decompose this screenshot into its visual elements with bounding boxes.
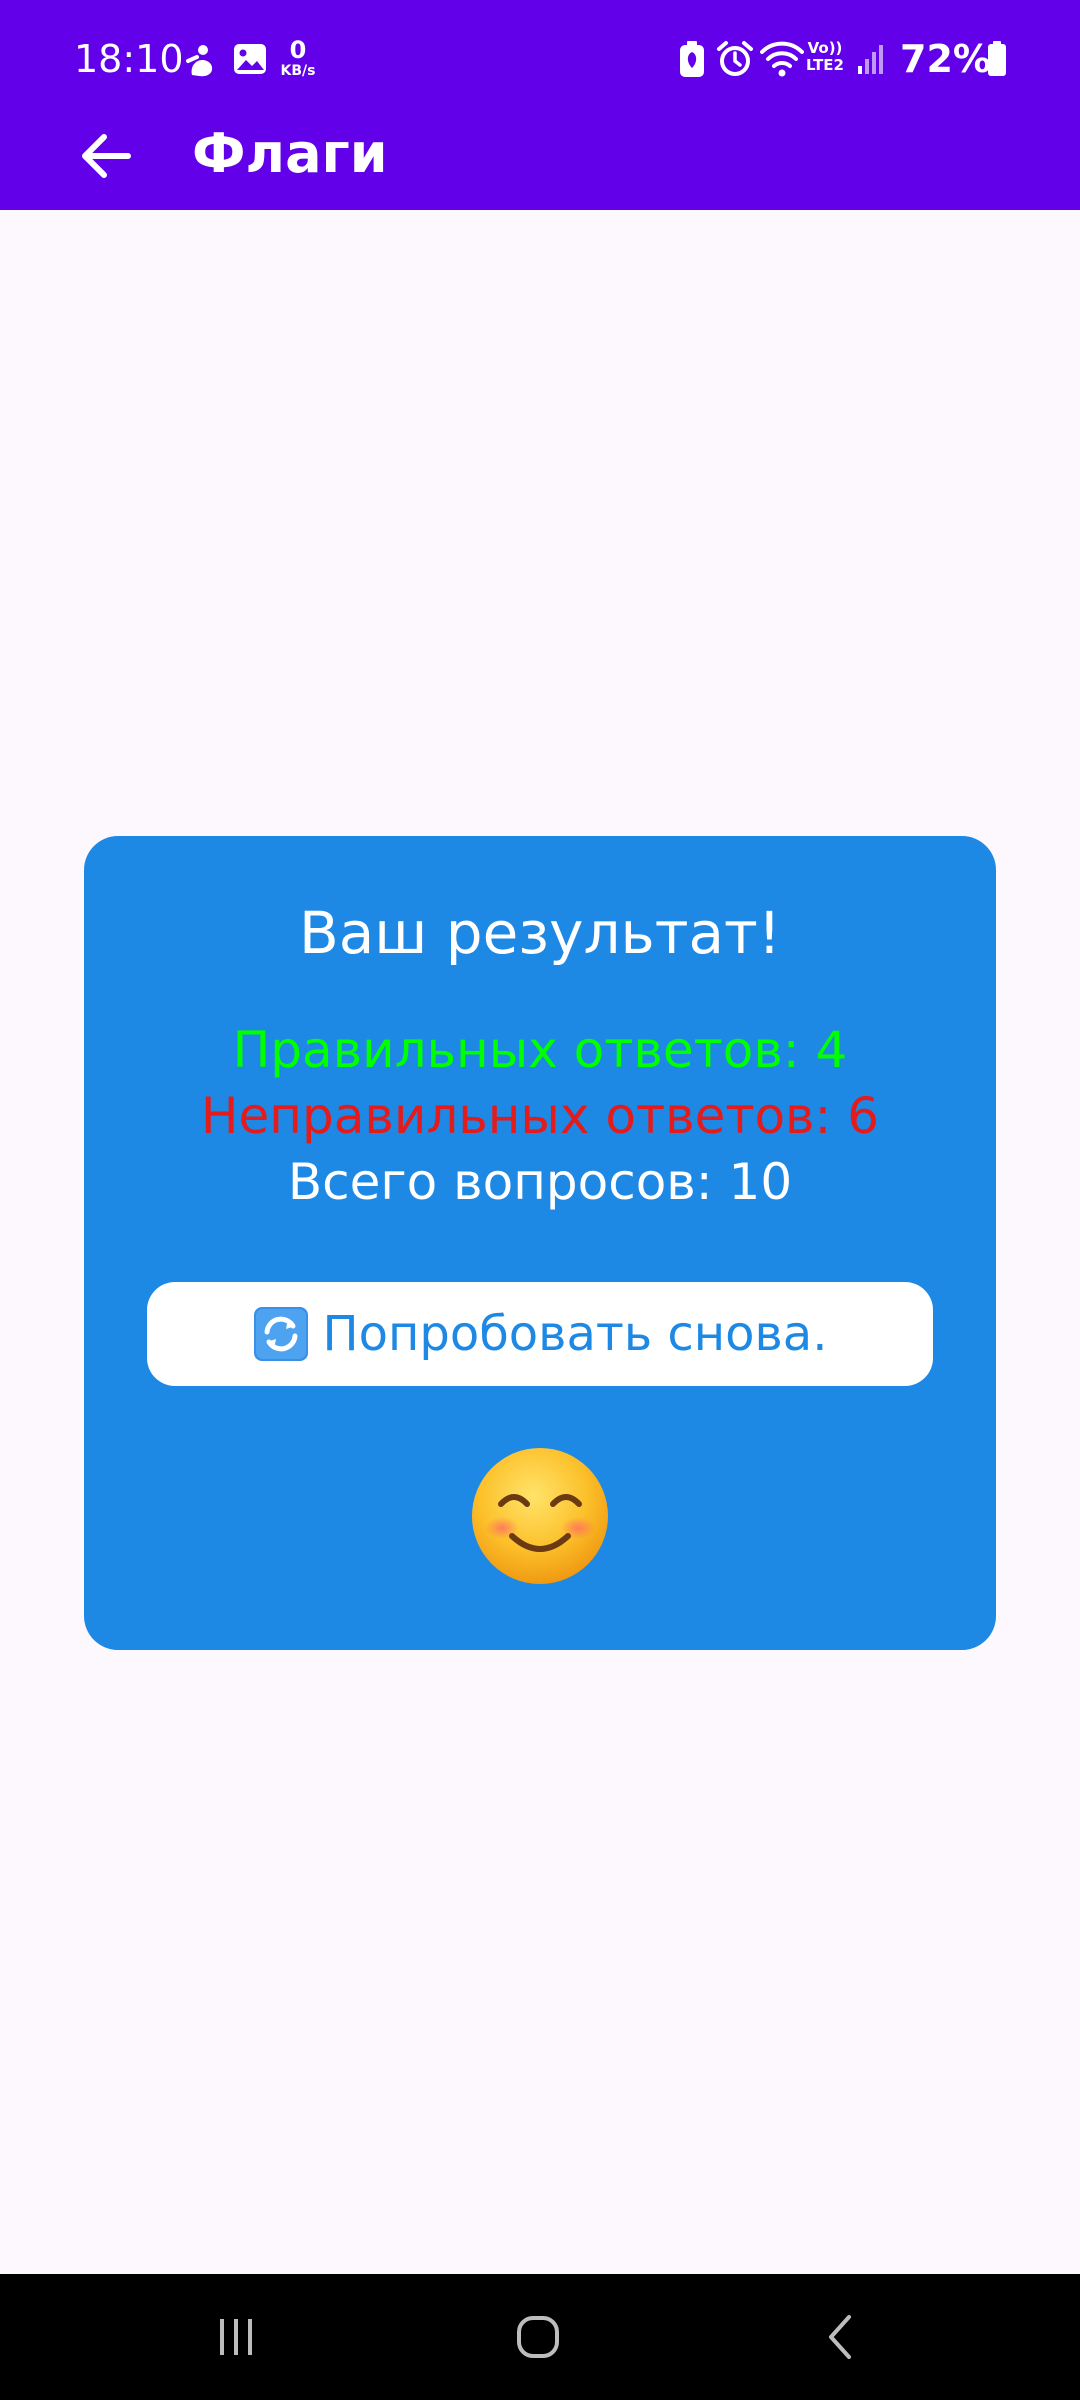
back-icon bbox=[829, 2315, 851, 2359]
battery-icon bbox=[988, 41, 1006, 76]
fitness-icon bbox=[186, 45, 213, 77]
system-nav-bar bbox=[0, 2274, 1080, 2400]
battery-percent: 72% bbox=[900, 37, 991, 81]
gallery-icon bbox=[234, 44, 266, 74]
signal-icon bbox=[858, 45, 883, 74]
page-title: Флаги bbox=[192, 122, 388, 185]
net-speed-value: 0 bbox=[289, 36, 307, 64]
alarm-icon bbox=[717, 41, 753, 76]
correct-answers-text: Правильных ответов: 4 bbox=[232, 1021, 848, 1079]
net-speed: 0 KB/s bbox=[276, 38, 320, 78]
refresh-icon bbox=[253, 1307, 308, 1361]
home-icon bbox=[517, 2316, 559, 2358]
volte-line2: LTE2 bbox=[806, 56, 844, 74]
total-questions-text: Всего вопросов: 10 bbox=[287, 1153, 793, 1211]
wrong-answers-text: Неправильных ответов: 6 bbox=[200, 1087, 880, 1145]
status-bar: 18:10 0 KB/s Vo)) LTE2 72% bbox=[0, 0, 1080, 118]
volte-line1: Vo)) bbox=[807, 39, 843, 57]
result-title: Ваш результат! bbox=[298, 899, 782, 967]
arrow-left-icon bbox=[82, 134, 131, 178]
recent-apps-icon bbox=[220, 2319, 252, 2355]
back-button[interactable] bbox=[72, 122, 140, 190]
wifi-icon bbox=[760, 41, 804, 77]
recent-apps-button[interactable] bbox=[156, 2274, 316, 2400]
home-button[interactable] bbox=[458, 2274, 618, 2400]
smiling-face-icon bbox=[472, 1448, 608, 1584]
retry-button[interactable]: Попробовать снова. bbox=[147, 1282, 933, 1386]
net-speed-unit: KB/s bbox=[280, 63, 316, 79]
status-time: 18:10 bbox=[74, 37, 184, 81]
app-bar bbox=[0, 118, 1080, 210]
battery-saver-icon bbox=[680, 41, 704, 77]
volte-indicator: Vo)) LTE2 bbox=[806, 40, 844, 74]
retry-button-label: Попробовать снова. bbox=[322, 1306, 828, 1362]
nav-back-button[interactable] bbox=[760, 2274, 920, 2400]
result-card: Ваш результат! Правильных ответов: 4 Неп… bbox=[84, 836, 996, 1650]
